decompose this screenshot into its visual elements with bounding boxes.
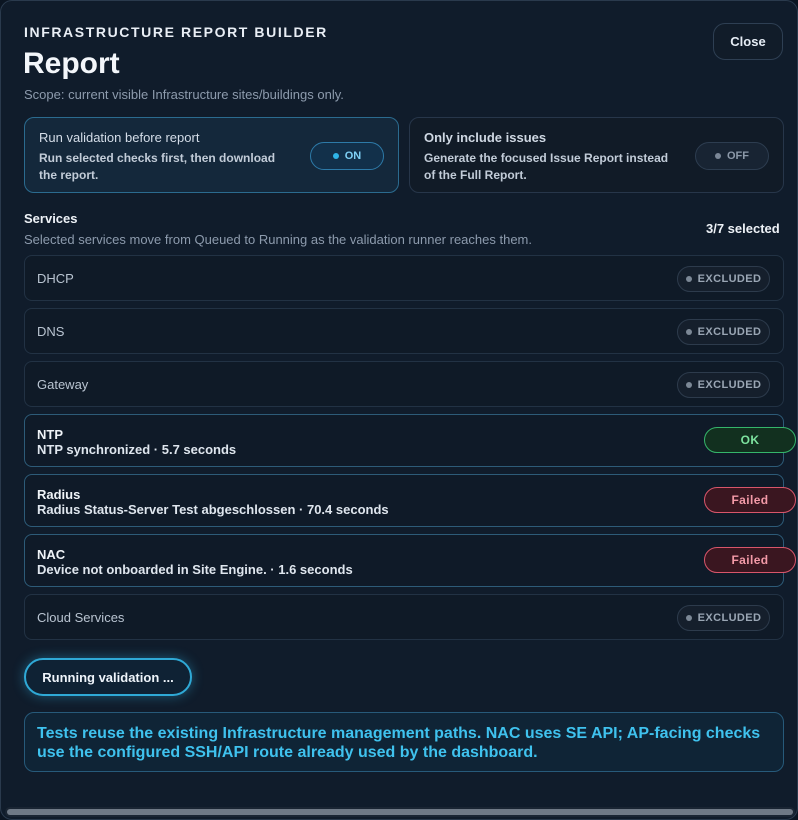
close-button[interactable]: Close bbox=[713, 23, 783, 60]
validation-option-description: Run selected checks first, then download… bbox=[39, 151, 276, 182]
report-dialog: INFRASTRUCTURE REPORT BUILDER Report Sco… bbox=[0, 0, 798, 820]
status-dot-icon bbox=[685, 382, 692, 388]
toggle-off-indicator-icon bbox=[715, 153, 721, 159]
service-name: Cloud Services bbox=[37, 610, 125, 625]
status-badge-ok: OK bbox=[704, 427, 796, 453]
service-name: DHCP bbox=[37, 271, 74, 286]
status-badge-excluded: EXCLUDED bbox=[677, 319, 770, 345]
horizontal-scrollbar[interactable] bbox=[5, 807, 795, 817]
services-heading: Services bbox=[24, 211, 78, 226]
service-detail: Radius Status-Server Test abgeschlossen … bbox=[37, 502, 389, 517]
service-name: Radius bbox=[37, 487, 81, 502]
status-dot-icon bbox=[685, 615, 692, 621]
status-badge-excluded: EXCLUDED bbox=[677, 372, 770, 398]
status-badge-failed: Failed bbox=[704, 547, 796, 573]
scrollbar-thumb[interactable] bbox=[7, 809, 793, 815]
service-name: NAC bbox=[37, 547, 66, 562]
service-row-cloud-services[interactable]: Cloud Services EXCLUDED bbox=[24, 594, 784, 640]
issues-only-toggle[interactable]: OFF bbox=[695, 142, 769, 170]
service-row-gateway[interactable]: Gateway EXCLUDED bbox=[24, 361, 784, 407]
service-row-radius[interactable]: Radius Radius Status-Server Test abgesch… bbox=[24, 474, 796, 527]
page-title: Report bbox=[23, 47, 120, 80]
service-name: Gateway bbox=[37, 377, 89, 392]
status-dot-icon bbox=[685, 276, 692, 282]
services-selected-count: 3/7 selected bbox=[706, 221, 780, 236]
service-row-dhcp[interactable]: DHCP EXCLUDED bbox=[24, 255, 784, 301]
info-note: Tests reuse the existing Infrastructure … bbox=[24, 712, 784, 772]
service-detail: Device not onboarded in Site Engine. · 1… bbox=[37, 562, 353, 577]
validation-toggle-label: ON bbox=[344, 150, 362, 162]
service-name: NTP bbox=[37, 427, 63, 442]
issues-only-toggle-label: OFF bbox=[727, 150, 749, 162]
toggle-on-indicator-icon bbox=[332, 153, 339, 159]
service-name: DNS bbox=[37, 324, 65, 339]
status-label: EXCLUDED bbox=[697, 379, 762, 391]
status-badge-failed: Failed bbox=[704, 487, 796, 513]
status-label: EXCLUDED bbox=[697, 326, 762, 338]
validation-option-card[interactable]: Run validation before report Run selecte… bbox=[24, 117, 399, 193]
service-detail: NTP synchronized · 5.7 seconds bbox=[37, 442, 237, 457]
scope-text: Scope: current visible Infrastructure si… bbox=[24, 87, 344, 102]
service-row-nac[interactable]: NAC Device not onboarded in Site Engine.… bbox=[24, 534, 796, 587]
status-badge-excluded: EXCLUDED bbox=[677, 266, 770, 292]
dialog-eyebrow: INFRASTRUCTURE REPORT BUILDER bbox=[24, 24, 328, 40]
status-dot-icon bbox=[685, 329, 692, 335]
status-badge-excluded: EXCLUDED bbox=[677, 605, 770, 631]
services-subtitle: Selected services move from Queued to Ru… bbox=[24, 232, 532, 247]
issues-only-option-card[interactable]: Only include issues Generate the focused… bbox=[409, 117, 784, 193]
run-validation-button[interactable]: Running validation ... bbox=[24, 658, 192, 696]
service-row-ntp[interactable]: NTP NTP synchronized · 5.7 seconds OK bbox=[24, 414, 796, 467]
status-label: EXCLUDED bbox=[697, 273, 762, 285]
validation-toggle[interactable]: ON bbox=[310, 142, 384, 170]
service-row-dns[interactable]: DNS EXCLUDED bbox=[24, 308, 784, 354]
issues-only-option-description: Generate the focused Issue Report instea… bbox=[424, 151, 669, 182]
status-label: EXCLUDED bbox=[697, 612, 762, 624]
